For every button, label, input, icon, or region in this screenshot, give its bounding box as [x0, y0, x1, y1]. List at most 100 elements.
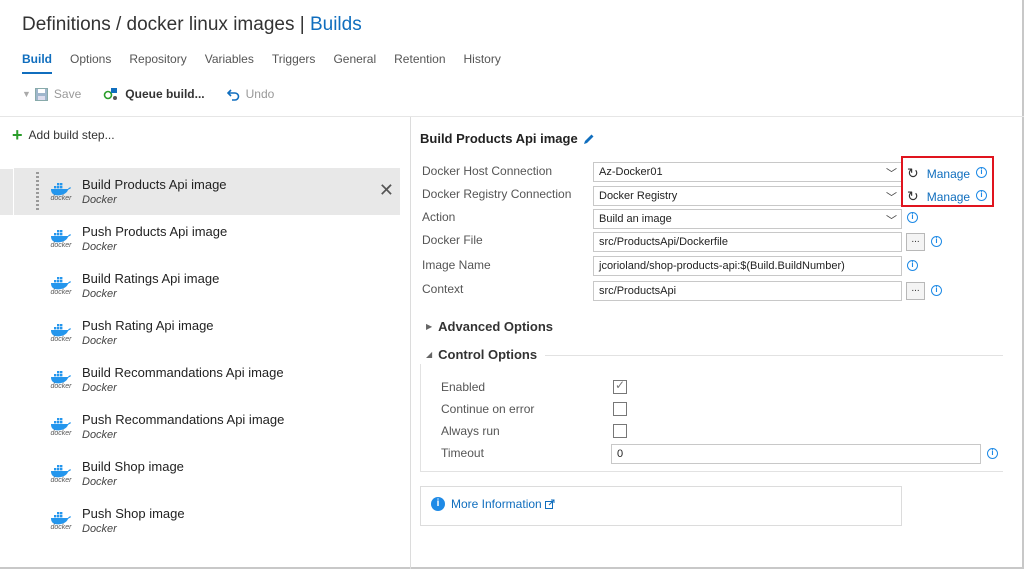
divider — [0, 116, 1024, 117]
info-icon[interactable]: i — [931, 236, 942, 247]
tab-retention[interactable]: Retention — [394, 52, 445, 74]
save-icon — [34, 87, 48, 101]
docker-icon: docker — [46, 177, 76, 207]
docker-registry-connection-value: Docker Registry — [599, 190, 678, 202]
manage-host-link[interactable]: ↻ Manage — [907, 165, 970, 182]
timeout-input[interactable]: 0 — [611, 444, 981, 464]
remove-step-close-icon[interactable]: ✕ — [379, 180, 394, 201]
control-options-toggle[interactable]: ◢ Control Options — [426, 347, 537, 362]
manage-registry-link[interactable]: ↻ Manage — [907, 188, 970, 205]
manage-registry-label: Manage — [926, 189, 971, 204]
docker-icon: docker — [46, 271, 76, 301]
docker-icon: docker — [46, 318, 76, 348]
tab-repository[interactable]: Repository — [129, 52, 186, 74]
undo-button[interactable]: Undo — [226, 87, 275, 101]
step-type: Docker — [82, 429, 117, 441]
step-name: Build Ratings Api image — [82, 271, 220, 286]
build-step-item[interactable]: docker Push Products Api image Docker — [14, 215, 400, 262]
docker-icon-caption: docker — [50, 524, 72, 531]
build-step-item[interactable]: docker Push Shop image Docker — [14, 497, 400, 544]
breadcrumb-builds-link[interactable]: Builds — [310, 14, 362, 35]
more-information-link[interactable]: i More Information — [431, 497, 555, 511]
always-run-checkbox[interactable] — [613, 424, 627, 438]
tab-build[interactable]: Build — [22, 52, 52, 74]
pencil-edit-icon[interactable] — [583, 133, 595, 145]
queue-build-button[interactable]: Queue build... — [103, 87, 205, 101]
undo-label: Undo — [245, 87, 275, 101]
action-select[interactable]: Build an image ﹀ — [593, 209, 902, 229]
build-step-item[interactable]: docker Push Recommandations Api image Do… — [14, 403, 400, 450]
expand-triangle-icon: ▶ — [426, 322, 433, 331]
docker-icon: docker — [46, 459, 76, 489]
save-button[interactable]: Save — [34, 87, 82, 101]
refresh-icon[interactable]: ↻ — [907, 165, 919, 182]
docker-icon-caption: docker — [50, 430, 72, 437]
info-icon[interactable]: i — [976, 190, 987, 201]
browse-docker-file-button[interactable]: ... — [906, 233, 925, 251]
refresh-icon[interactable]: ↻ — [907, 188, 919, 205]
docker-registry-connection-label: Docker Registry Connection — [422, 187, 572, 201]
panel-splitter[interactable] — [410, 117, 411, 569]
docker-icon: docker — [46, 506, 76, 536]
step-name: Build Products Api image — [82, 177, 227, 192]
docker-host-connection-label: Docker Host Connection — [422, 164, 553, 178]
docker-file-value: src/ProductsApi/Dockerfile — [599, 236, 728, 248]
timeout-label: Timeout — [441, 446, 484, 460]
docker-icon: docker — [46, 365, 76, 395]
step-name: Build Recommandations Api image — [82, 365, 284, 380]
step-type: Docker — [82, 241, 117, 253]
queue-build-icon — [103, 88, 118, 100]
step-type: Docker — [82, 476, 117, 488]
continue-on-error-checkbox[interactable] — [613, 402, 627, 416]
build-step-item[interactable]: docker Build Shop image Docker — [14, 450, 400, 497]
tab-options[interactable]: Options — [70, 52, 111, 74]
info-icon[interactable]: i — [987, 448, 998, 459]
enabled-checkbox[interactable] — [613, 378, 627, 394]
step-name: Push Shop image — [82, 506, 185, 521]
info-icon: i — [431, 497, 445, 511]
control-options-label: Control Options — [438, 347, 538, 362]
info-icon[interactable]: i — [907, 212, 918, 223]
collapse-triangle-icon: ◢ — [426, 350, 433, 359]
step-type: Docker — [82, 523, 117, 535]
continue-on-error-label: Continue on error — [441, 402, 535, 416]
step-type: Docker — [82, 335, 117, 347]
chevron-down-icon: ﹀ — [886, 215, 897, 227]
tab-history[interactable]: History — [464, 52, 501, 74]
tab-bar: Build Options Repository Variables Trigg… — [22, 52, 519, 74]
info-icon[interactable]: i — [976, 167, 987, 178]
add-build-step-button[interactable]: + Add build step... — [12, 125, 115, 145]
tab-general[interactable]: General — [333, 52, 376, 74]
build-step-item[interactable]: docker Build Products Api image Docker ✕ — [14, 168, 400, 215]
chevron-down-icon: ﹀ — [886, 168, 897, 180]
docker-icon-caption: docker — [50, 477, 72, 484]
tab-variables[interactable]: Variables — [205, 52, 254, 74]
plus-icon: + — [12, 125, 23, 145]
tab-triggers[interactable]: Triggers — [272, 52, 316, 74]
build-step-item[interactable]: docker Push Rating Api image Docker — [14, 309, 400, 356]
info-icon[interactable]: i — [907, 260, 918, 271]
docker-registry-connection-select[interactable]: Docker Registry ﹀ — [593, 186, 902, 206]
image-name-input[interactable]: jcorioland/shop-products-api:$(Build.Bui… — [593, 256, 902, 276]
more-information-label: More Information — [451, 497, 542, 511]
docker-host-connection-select[interactable]: Az-Docker01 ﹀ — [593, 162, 902, 182]
docker-icon-caption: docker — [50, 242, 72, 249]
more-information-panel: i More Information — [420, 486, 902, 526]
action-value: Build an image — [599, 213, 672, 225]
always-run-label: Always run — [441, 424, 500, 438]
context-label: Context — [422, 282, 464, 296]
context-input[interactable]: src/ProductsApi — [593, 281, 902, 301]
info-icon[interactable]: i — [931, 285, 942, 296]
browse-context-button[interactable]: ... — [906, 282, 925, 300]
build-step-item[interactable]: docker Build Recommandations Api image D… — [14, 356, 400, 403]
docker-file-input[interactable]: src/ProductsApi/Dockerfile — [593, 232, 902, 252]
advanced-options-toggle[interactable]: ▶ Advanced Options — [426, 319, 553, 334]
chevron-down-icon[interactable]: ▼ — [22, 89, 31, 99]
step-name: Build Shop image — [82, 459, 184, 474]
build-step-item[interactable]: docker Build Ratings Api image Docker — [14, 262, 400, 309]
save-label: Save — [53, 87, 82, 101]
action-label: Action — [422, 210, 456, 224]
breadcrumb-path: Definitions / docker linux images | — [22, 14, 310, 35]
image-name-value: jcorioland/shop-products-api:$(Build.Bui… — [599, 260, 845, 272]
enabled-label: Enabled — [441, 380, 486, 394]
